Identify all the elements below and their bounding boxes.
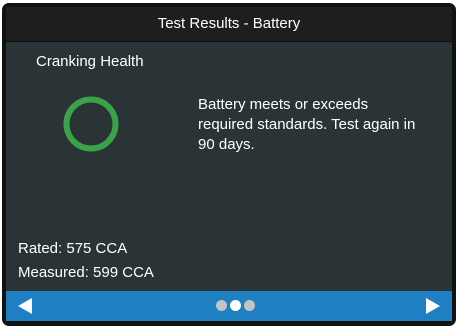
result-message: Battery meets or exceeds required standa… [198,96,416,153]
page-title: Test Results - Battery [157,15,301,32]
screen: Test Results - Battery Cranking Health B… [6,7,452,321]
page-dot[interactable] [216,300,227,311]
rated-cca: Rated: 575 CCA [18,240,128,257]
measured-cca: Measured: 599 CCA [18,264,154,281]
previous-page-button[interactable] [8,291,44,321]
left-arrow-icon [18,298,32,314]
ring-icon [63,96,119,152]
right-arrow-icon [426,298,440,314]
device-frame: Test Results - Battery Cranking Health B… [2,3,456,326]
nav-bar [6,291,452,321]
page-dot-active[interactable] [230,300,241,311]
next-page-button[interactable] [414,291,450,321]
page-indicator [216,300,255,312]
section-title: Cranking Health [36,53,144,70]
page-dot[interactable] [244,300,255,311]
title-bar: Test Results - Battery [6,7,452,42]
